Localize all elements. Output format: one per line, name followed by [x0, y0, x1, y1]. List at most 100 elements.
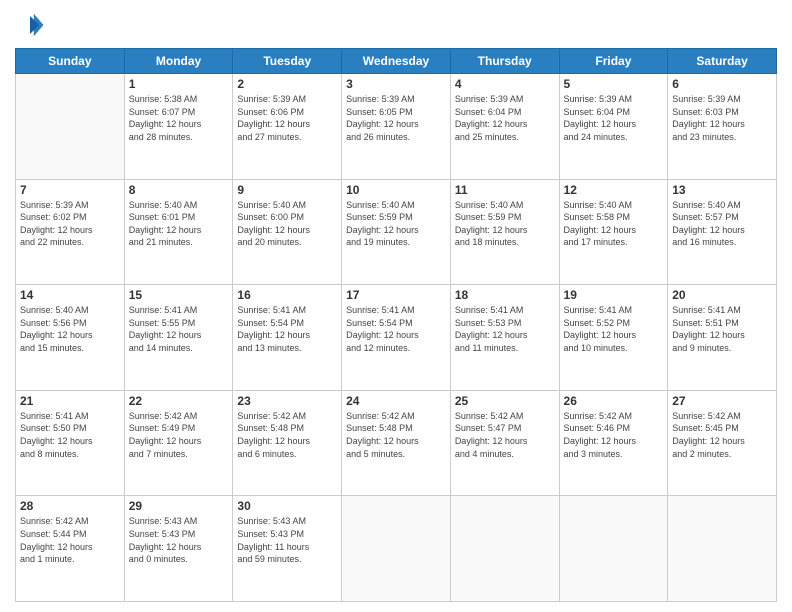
calendar-cell: 28 Sunrise: 5:42 AM Sunset: 5:44 PM Dayli…	[16, 496, 125, 602]
day-number: 11	[455, 183, 555, 197]
day-info: Sunrise: 5:41 AM Sunset: 5:54 PM Dayligh…	[237, 304, 337, 354]
day-number: 12	[564, 183, 664, 197]
day-info: Sunrise: 5:41 AM Sunset: 5:52 PM Dayligh…	[564, 304, 664, 354]
day-info: Sunrise: 5:40 AM Sunset: 5:57 PM Dayligh…	[672, 199, 772, 249]
calendar-cell: 1 Sunrise: 5:38 AM Sunset: 6:07 PM Daylig…	[124, 74, 233, 180]
day-number: 13	[672, 183, 772, 197]
day-info: Sunrise: 5:39 AM Sunset: 6:04 PM Dayligh…	[455, 93, 555, 143]
day-number: 5	[564, 77, 664, 91]
day-number: 3	[346, 77, 446, 91]
day-info: Sunrise: 5:40 AM Sunset: 6:01 PM Dayligh…	[129, 199, 229, 249]
day-info: Sunrise: 5:43 AM Sunset: 5:43 PM Dayligh…	[237, 515, 337, 565]
calendar-cell	[342, 496, 451, 602]
day-number: 24	[346, 394, 446, 408]
day-number: 25	[455, 394, 555, 408]
weekday-header-saturday: Saturday	[668, 49, 777, 74]
calendar-cell: 29 Sunrise: 5:43 AM Sunset: 5:43 PM Dayli…	[124, 496, 233, 602]
day-number: 23	[237, 394, 337, 408]
day-number: 28	[20, 499, 120, 513]
calendar-cell: 12 Sunrise: 5:40 AM Sunset: 5:58 PM Dayli…	[559, 179, 668, 285]
day-info: Sunrise: 5:42 AM Sunset: 5:45 PM Dayligh…	[672, 410, 772, 460]
day-number: 16	[237, 288, 337, 302]
day-number: 6	[672, 77, 772, 91]
calendar-cell: 2 Sunrise: 5:39 AM Sunset: 6:06 PM Daylig…	[233, 74, 342, 180]
day-number: 7	[20, 183, 120, 197]
day-number: 26	[564, 394, 664, 408]
week-row-1: 1 Sunrise: 5:38 AM Sunset: 6:07 PM Daylig…	[16, 74, 777, 180]
week-row-2: 7 Sunrise: 5:39 AM Sunset: 6:02 PM Daylig…	[16, 179, 777, 285]
day-info: Sunrise: 5:39 AM Sunset: 6:03 PM Dayligh…	[672, 93, 772, 143]
calendar-cell: 11Sunrise: 5:40 AM Sunset: 5:59 PM Dayli…	[450, 179, 559, 285]
calendar-cell: 18 Sunrise: 5:41 AM Sunset: 5:53 PM Dayli…	[450, 285, 559, 391]
weekday-header-monday: Monday	[124, 49, 233, 74]
weekday-header-wednesday: Wednesday	[342, 49, 451, 74]
day-number: 20	[672, 288, 772, 302]
day-number: 27	[672, 394, 772, 408]
day-info: Sunrise: 5:40 AM Sunset: 5:56 PM Dayligh…	[20, 304, 120, 354]
weekday-header-tuesday: Tuesday	[233, 49, 342, 74]
calendar-cell: 9Sunrise: 5:40 AM Sunset: 6:00 PM Daylig…	[233, 179, 342, 285]
calendar-cell: 4 Sunrise: 5:39 AM Sunset: 6:04 PM Daylig…	[450, 74, 559, 180]
day-info: Sunrise: 5:42 AM Sunset: 5:46 PM Dayligh…	[564, 410, 664, 460]
day-info: Sunrise: 5:41 AM Sunset: 5:50 PM Dayligh…	[20, 410, 120, 460]
day-number: 2	[237, 77, 337, 91]
day-number: 30	[237, 499, 337, 513]
day-info: Sunrise: 5:40 AM Sunset: 6:00 PM Dayligh…	[237, 199, 337, 249]
day-info: Sunrise: 5:42 AM Sunset: 5:44 PM Dayligh…	[20, 515, 120, 565]
calendar-cell	[559, 496, 668, 602]
calendar-cell: 13 Sunrise: 5:40 AM Sunset: 5:57 PM Dayli…	[668, 179, 777, 285]
day-number: 21	[20, 394, 120, 408]
calendar-cell: 27 Sunrise: 5:42 AM Sunset: 5:45 PM Dayli…	[668, 390, 777, 496]
calendar-cell: 16 Sunrise: 5:41 AM Sunset: 5:54 PM Dayli…	[233, 285, 342, 391]
day-info: Sunrise: 5:40 AM Sunset: 5:58 PM Dayligh…	[564, 199, 664, 249]
day-info: Sunrise: 5:41 AM Sunset: 5:54 PM Dayligh…	[346, 304, 446, 354]
calendar-cell: 7 Sunrise: 5:39 AM Sunset: 6:02 PM Daylig…	[16, 179, 125, 285]
calendar-cell	[16, 74, 125, 180]
header	[15, 10, 777, 40]
day-info: Sunrise: 5:38 AM Sunset: 6:07 PM Dayligh…	[129, 93, 229, 143]
day-number: 10	[346, 183, 446, 197]
calendar-cell: 10 Sunrise: 5:40 AM Sunset: 5:59 PM Dayli…	[342, 179, 451, 285]
day-number: 14	[20, 288, 120, 302]
calendar-cell: 5 Sunrise: 5:39 AM Sunset: 6:04 PM Daylig…	[559, 74, 668, 180]
day-number: 15	[129, 288, 229, 302]
day-info: Sunrise: 5:39 AM Sunset: 6:02 PM Dayligh…	[20, 199, 120, 249]
calendar-table: SundayMondayTuesdayWednesdayThursdayFrid…	[15, 48, 777, 602]
calendar-cell: 20Sunrise: 5:41 AM Sunset: 5:51 PM Dayli…	[668, 285, 777, 391]
day-info: Sunrise: 5:42 AM Sunset: 5:47 PM Dayligh…	[455, 410, 555, 460]
calendar-cell: 26 Sunrise: 5:42 AM Sunset: 5:46 PM Dayli…	[559, 390, 668, 496]
day-info: Sunrise: 5:40 AM Sunset: 5:59 PM Dayligh…	[346, 199, 446, 249]
day-number: 18	[455, 288, 555, 302]
weekday-header-friday: Friday	[559, 49, 668, 74]
day-number: 8	[129, 183, 229, 197]
calendar-cell: 25 Sunrise: 5:42 AM Sunset: 5:47 PM Dayli…	[450, 390, 559, 496]
calendar-cell: 19 Sunrise: 5:41 AM Sunset: 5:52 PM Dayli…	[559, 285, 668, 391]
day-number: 29	[129, 499, 229, 513]
day-info: Sunrise: 5:39 AM Sunset: 6:05 PM Dayligh…	[346, 93, 446, 143]
logo	[15, 10, 49, 40]
calendar-cell: 6 Sunrise: 5:39 AM Sunset: 6:03 PM Daylig…	[668, 74, 777, 180]
calendar-cell: 30 Sunrise: 5:43 AM Sunset: 5:43 PM Dayli…	[233, 496, 342, 602]
day-number: 19	[564, 288, 664, 302]
weekday-header-thursday: Thursday	[450, 49, 559, 74]
calendar-cell: 15 Sunrise: 5:41 AM Sunset: 5:55 PM Dayli…	[124, 285, 233, 391]
day-info: Sunrise: 5:39 AM Sunset: 6:04 PM Dayligh…	[564, 93, 664, 143]
day-number: 4	[455, 77, 555, 91]
week-row-5: 28 Sunrise: 5:42 AM Sunset: 5:44 PM Dayli…	[16, 496, 777, 602]
calendar-cell: 24 Sunrise: 5:42 AM Sunset: 5:48 PM Dayli…	[342, 390, 451, 496]
day-info: Sunrise: 5:43 AM Sunset: 5:43 PM Dayligh…	[129, 515, 229, 565]
calendar-cell	[668, 496, 777, 602]
calendar-cell	[450, 496, 559, 602]
day-info: Sunrise: 5:41 AM Sunset: 5:53 PM Dayligh…	[455, 304, 555, 354]
calendar-cell: 23Sunrise: 5:42 AM Sunset: 5:48 PM Dayli…	[233, 390, 342, 496]
day-info: Sunrise: 5:39 AM Sunset: 6:06 PM Dayligh…	[237, 93, 337, 143]
day-number: 22	[129, 394, 229, 408]
calendar-cell: 3 Sunrise: 5:39 AM Sunset: 6:05 PM Daylig…	[342, 74, 451, 180]
calendar-cell: 22 Sunrise: 5:42 AM Sunset: 5:49 PM Dayli…	[124, 390, 233, 496]
day-info: Sunrise: 5:41 AM Sunset: 5:55 PM Dayligh…	[129, 304, 229, 354]
day-info: Sunrise: 5:42 AM Sunset: 5:48 PM Dayligh…	[346, 410, 446, 460]
day-info: Sunrise: 5:42 AM Sunset: 5:49 PM Dayligh…	[129, 410, 229, 460]
day-number: 1	[129, 77, 229, 91]
weekday-header-row: SundayMondayTuesdayWednesdayThursdayFrid…	[16, 49, 777, 74]
weekday-header-sunday: Sunday	[16, 49, 125, 74]
